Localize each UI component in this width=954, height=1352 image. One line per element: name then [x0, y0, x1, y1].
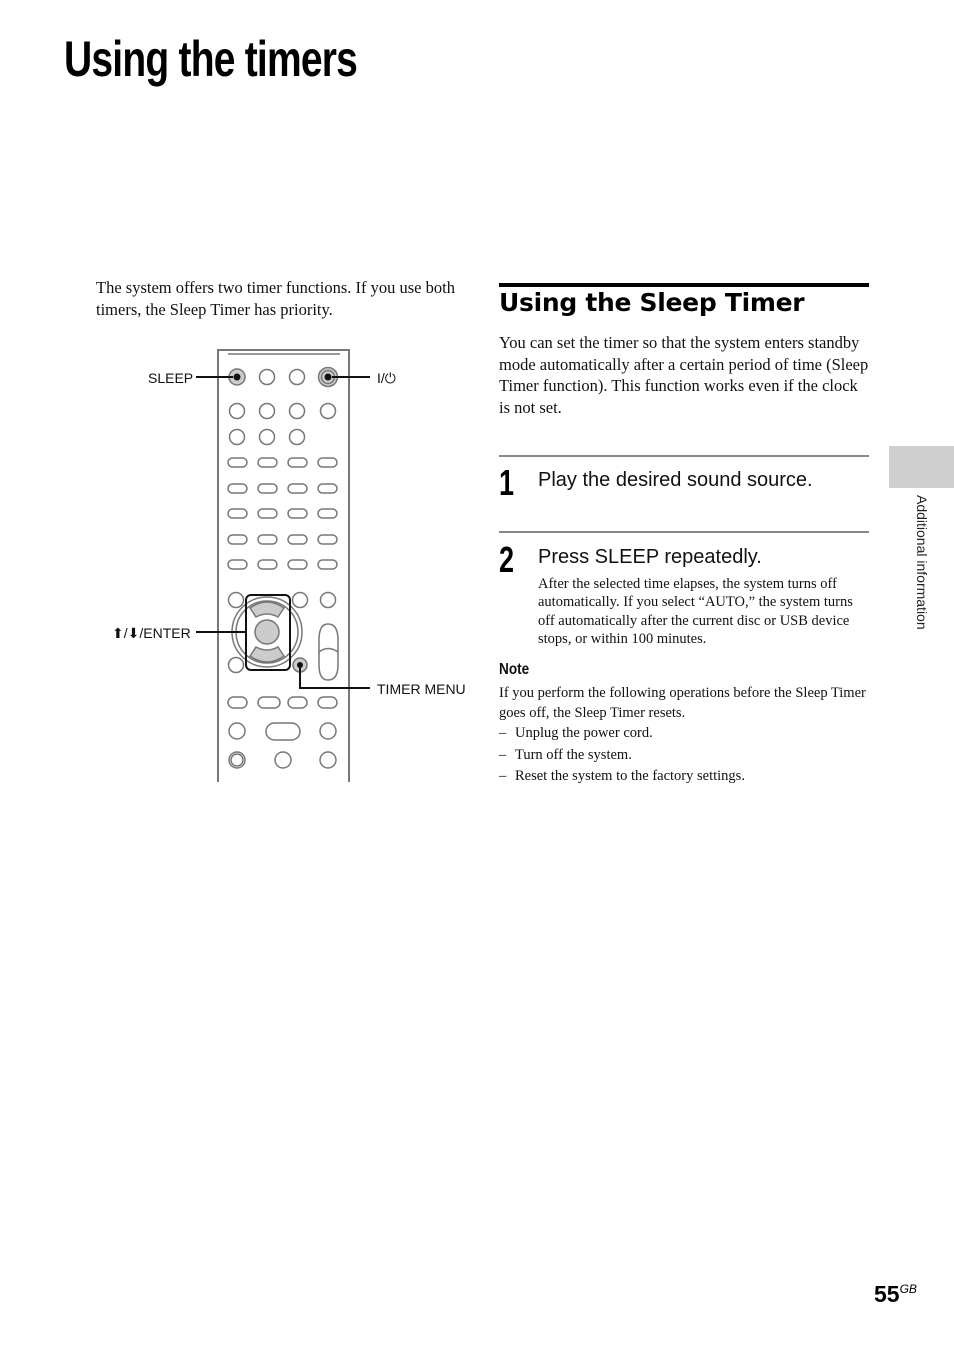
page-number: 55GB	[874, 1281, 917, 1307]
list-item: – Reset the system to the factory setting…	[499, 766, 745, 788]
dash-bullet: –	[499, 768, 507, 785]
section-rule	[499, 283, 869, 287]
step-divider	[499, 531, 869, 533]
step-number: 1	[499, 462, 515, 503]
step-title: Play the desired sound source.	[538, 469, 813, 491]
note-list: – Unplug the power cord. – Turn off the sy…	[499, 723, 745, 788]
section-heading: Using the Sleep Timer	[499, 288, 805, 317]
step-divider	[499, 455, 869, 457]
sleep-label: SLEEP	[148, 370, 193, 386]
list-item: – Turn off the system.	[499, 745, 745, 767]
page-suffix: GB	[899, 1282, 917, 1296]
intro-paragraph: The system offers two timer functions. I…	[96, 278, 455, 319]
side-tab-label: Additional information	[914, 495, 930, 630]
remote-control-diagram: SLEEP I/⏻ ⬆/⬇/ENTER TIMER MENU	[112, 349, 466, 782]
note-body: If you perform the following operations …	[499, 685, 866, 721]
enter-label: ⬆/⬇/ENTER	[112, 625, 191, 641]
note-title: Note	[499, 661, 530, 678]
page-title: Using the timers	[64, 31, 358, 87]
timer-menu-label: TIMER MENU	[377, 681, 466, 697]
step-title: Press SLEEP repeatedly.	[538, 546, 762, 568]
step-description: After the selected time elapses, the sys…	[538, 576, 853, 647]
power-label: I/⏻	[377, 370, 396, 386]
side-tab-marker	[889, 446, 954, 488]
dash-bullet: –	[499, 746, 507, 763]
list-item: – Unplug the power cord.	[499, 723, 745, 745]
dash-bullet: –	[499, 725, 507, 741]
remote-control-icon	[217, 349, 350, 782]
step-number: 2	[499, 539, 515, 580]
section-body: You can set the timer so that the system…	[499, 333, 869, 417]
